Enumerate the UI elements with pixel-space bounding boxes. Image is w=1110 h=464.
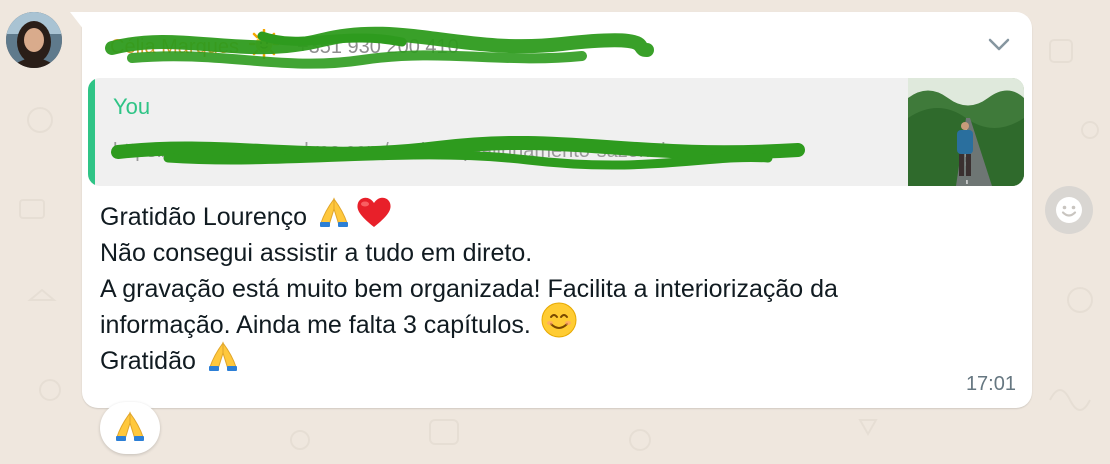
message-line: informação. Ainda me falta 3 capítulos. [100, 302, 838, 343]
pray-emoji [113, 409, 147, 448]
message-line: A gravação está muito bem organizada! Fa… [100, 271, 838, 307]
sender-avatar[interactable] [6, 12, 62, 68]
message-line: Gratidão Lourenço [100, 197, 838, 235]
message-timestamp: 17:01 [965, 373, 1016, 395]
chevron-down-icon[interactable] [986, 34, 1012, 54]
message-line-text: Não consegui assistir a tudo em direto. [100, 239, 533, 267]
quote-accent-bar [88, 78, 95, 186]
message-line-text: Gratidão Lourenço [100, 203, 308, 231]
message-line: Gratidão [100, 341, 838, 379]
redaction-scribble [105, 26, 654, 69]
pray-emoji [317, 195, 351, 239]
quote-thumbnail [908, 78, 1024, 186]
message-line-text: Gratidão [100, 347, 196, 375]
message-text: Gratidão Lourenço Não consegui assistir … [100, 197, 838, 379]
reaction-badge[interactable] [100, 402, 160, 454]
redaction-scribble [111, 135, 805, 170]
message-line: Não consegui assistir a tudo em direto. [100, 235, 838, 271]
message-line-text: A gravação está muito bem organizada! Fa… [100, 275, 838, 303]
smile-emoji [541, 302, 577, 348]
quoted-message[interactable]: You https://lourencogoncalves.com/worksh… [88, 78, 1024, 186]
message-line-text: informação. Ainda me falta 3 capítulos. [100, 311, 531, 339]
bubble-tail [70, 12, 84, 30]
add-reaction-icon[interactable] [1045, 186, 1093, 234]
quote-author: You [113, 94, 151, 119]
heart-emoji [355, 195, 393, 239]
pray-emoji [206, 339, 240, 383]
message-bubble[interactable]: Célia Marques +351 930 200 410 You https… [70, 12, 1032, 408]
